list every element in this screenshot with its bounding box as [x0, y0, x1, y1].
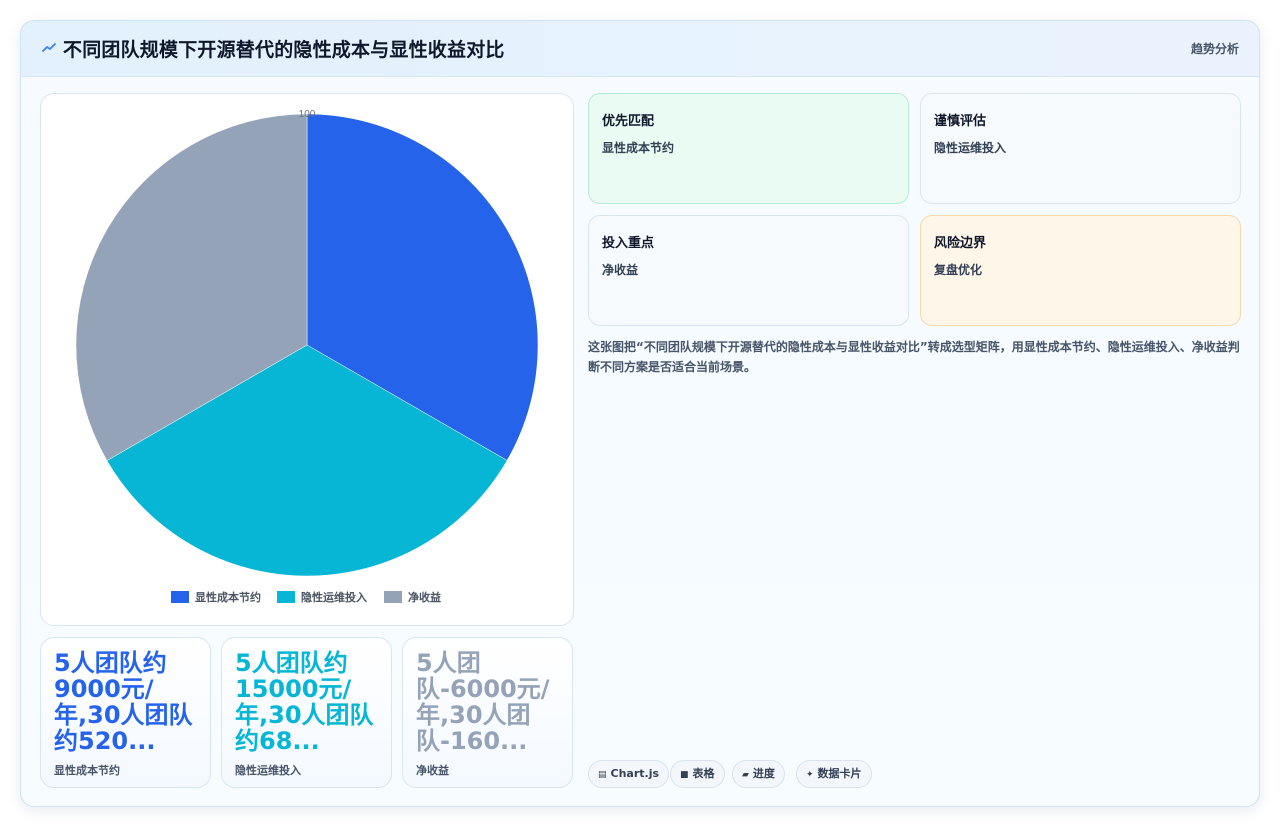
- chart-description: 这张图把“不同团队规模下开源替代的隐性成本与显性收益对比”转成选型矩阵，用显性成…: [588, 340, 1240, 374]
- stat-card-savings: 5人团队约9000元/年,30人团队约520... 显性成本节约: [40, 637, 211, 788]
- matrix-card-focus[interactable]: 投入重点 净收益: [588, 215, 909, 326]
- matrix-card-title: 投入重点: [602, 236, 655, 251]
- matrix-card-subtitle: 显性成本节约: [602, 141, 675, 155]
- trend-line-icon: [41, 40, 57, 56]
- matrix-card-title: 谨慎评估: [934, 114, 987, 129]
- stat-value: 5人团队-6000元/年,30人团队-160...: [416, 649, 550, 755]
- pie-chart-panel: 100 显性成本节约 隐性运维投入 净收益: [40, 93, 574, 626]
- matrix-card-subtitle: 复盘优化: [934, 263, 983, 277]
- matrix-card-risk[interactable]: 风险边界 复盘优化: [920, 215, 1241, 326]
- stat-label: 显性成本节约: [54, 764, 120, 777]
- matrix-card-subtitle: 净收益: [602, 263, 639, 277]
- chip-table[interactable]: ■ 表格: [670, 760, 725, 788]
- analysis-tag[interactable]: 趋势分析: [1191, 40, 1239, 57]
- stat-cards: 5人团队约9000元/年,30人团队约520... 显性成本节约 5人团队约15…: [40, 637, 574, 788]
- chart-icon: ▤: [598, 770, 607, 780]
- chip-data-card[interactable]: ✦ 数据卡片: [796, 760, 872, 788]
- matrix-card-title: 优先匹配: [602, 114, 655, 129]
- matrix-card-priority[interactable]: 优先匹配 显性成本节约: [588, 93, 909, 204]
- table-icon: ■: [680, 770, 689, 780]
- pie-chart: 100 显性成本节约 隐性运维投入 净收益: [75, 109, 539, 604]
- matrix-card-caution[interactable]: 谨慎评估 隐性运维投入: [920, 93, 1241, 204]
- stat-card-ops: 5人团队约15000元/年,30人团队约68... 隐性运维投入: [221, 637, 392, 788]
- chip-chartjs[interactable]: ▤ Chart.js: [588, 760, 670, 788]
- legend-label-2[interactable]: 净收益: [408, 590, 441, 604]
- pie-top-label: 100: [299, 109, 316, 120]
- sparkle-icon: ✦: [806, 770, 814, 780]
- legend-label-0[interactable]: 显性成本节约: [195, 590, 261, 604]
- legend-swatch-0[interactable]: [171, 591, 189, 603]
- matrix-card-subtitle: 隐性运维投入: [934, 141, 1007, 155]
- legend-swatch-1[interactable]: [277, 591, 295, 603]
- chip-progress[interactable]: ▰ 进度: [732, 760, 785, 788]
- legend-label-1[interactable]: 隐性运维投入: [301, 590, 367, 604]
- legend-swatch-2[interactable]: [384, 591, 402, 603]
- stat-card-net: 5人团队-6000元/年,30人团队-160... 净收益: [402, 637, 573, 788]
- stat-label: 净收益: [416, 764, 449, 777]
- stat-label: 隐性运维投入: [235, 764, 301, 777]
- stat-value: 5人团队约9000元/年,30人团队约520...: [54, 649, 193, 755]
- dashboard-card: 不同团队规模下开源替代的隐性成本与显性收益对比 趋势分析 100 显性成本节约隐…: [20, 20, 1260, 807]
- progress-icon: ▰: [742, 770, 749, 780]
- stat-value: 5人团队约15000元/年,30人团队约68...: [235, 649, 374, 755]
- matrix-card-title: 风险边界: [934, 236, 987, 251]
- page-title: 不同团队规模下开源替代的隐性成本与显性收益对比: [63, 39, 505, 61]
- card-header: 不同团队规模下开源替代的隐性成本与显性收益对比 趋势分析: [21, 21, 1259, 77]
